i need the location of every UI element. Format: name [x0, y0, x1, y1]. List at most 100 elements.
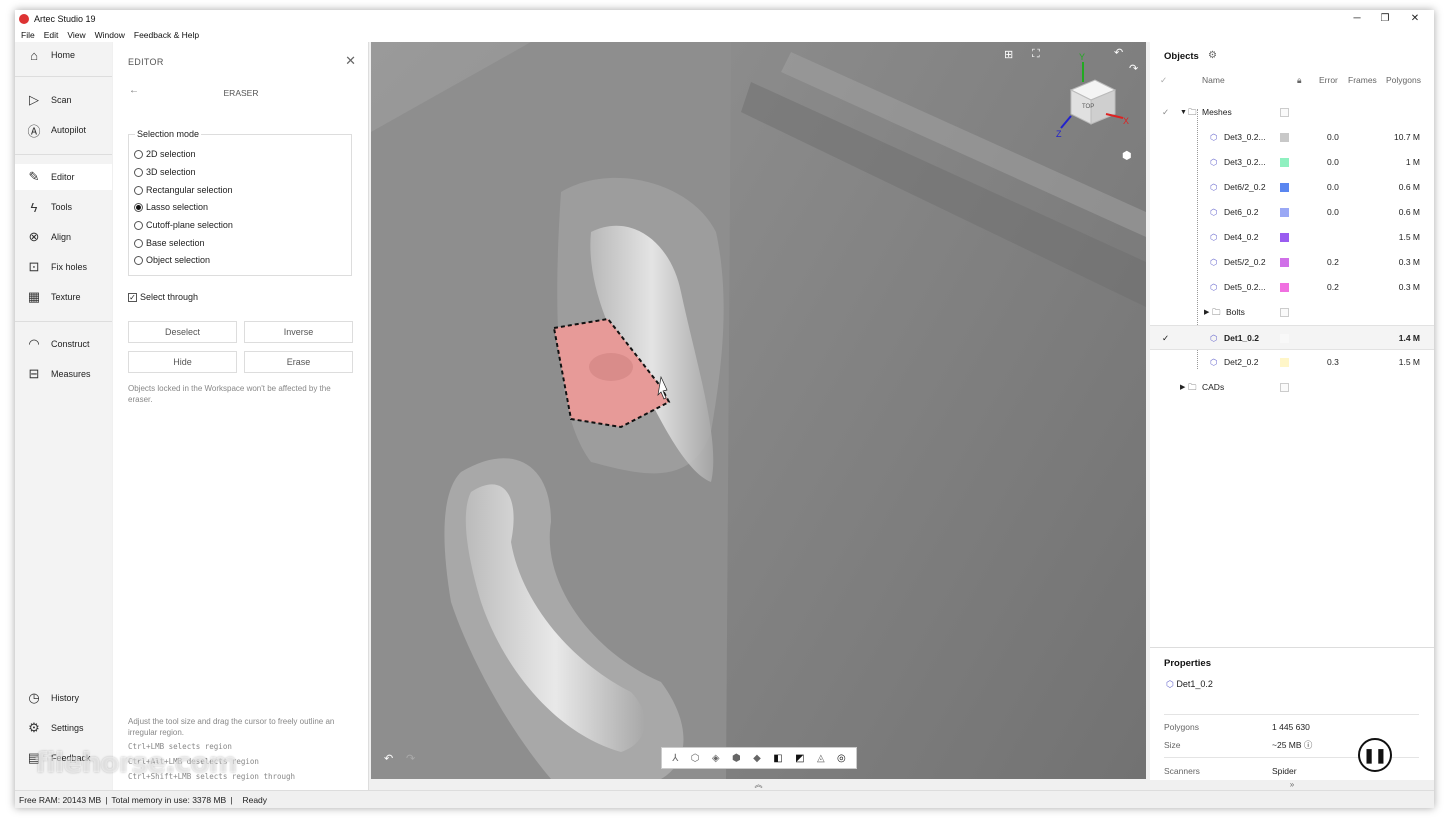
back-arrow-icon[interactable]: ← [129, 85, 139, 96]
nav-texture[interactable]: ▦ Texture [15, 284, 112, 310]
rotate-view-alt-icon[interactable]: ↷ [1129, 62, 1138, 75]
lighting-icon[interactable]: ◎ [837, 753, 846, 764]
xray-icon[interactable]: ◬ [817, 753, 825, 764]
grid-layout-icon[interactable]: ⊞ [1004, 48, 1013, 61]
object-row[interactable]: ⬡ Det4_0.2 1.5 M [1150, 225, 1434, 250]
color-swatch[interactable] [1280, 258, 1289, 267]
nav-label: Home [51, 50, 76, 60]
nav-settings[interactable]: ⚙ Settings [15, 715, 112, 741]
gear-icon[interactable]: ⚙ [1208, 50, 1217, 61]
redo-icon[interactable]: ↷ [406, 752, 415, 765]
nav-history[interactable]: ◷ History [15, 685, 112, 711]
lock-toggle[interactable] [1280, 308, 1289, 317]
hide-button[interactable]: Hide [128, 351, 237, 373]
lock-toggle[interactable] [1280, 383, 1289, 392]
erase-button[interactable]: Erase [244, 351, 353, 373]
objects-panel: Objects ⚙ ✓ Name 🔒︎ Error Frames Polygon… [1150, 42, 1434, 647]
object-row[interactable]: ⬡ Det6_0.2 0.0 0.6 M [1150, 200, 1434, 225]
nav-label: Autopilot [51, 125, 87, 135]
axes-icon[interactable]: ⅄ [672, 753, 678, 764]
nav-align[interactable]: ⊗ Align [15, 224, 112, 250]
object-folder-row[interactable]: ✓ ▼ 🗀︎ Meshes [1150, 100, 1434, 125]
color-swatch[interactable] [1280, 208, 1289, 217]
object-row[interactable]: ⬡ Det5/2_0.2 0.2 0.3 M [1150, 250, 1434, 275]
pause-button[interactable]: ❚❚ [1358, 738, 1392, 772]
color-swatch[interactable] [1280, 158, 1289, 167]
expand-right-icon[interactable]: ▶ [1180, 375, 1185, 400]
menu-view[interactable]: View [67, 30, 85, 40]
radio-object-selection[interactable]: Object selection [134, 255, 210, 265]
mesh-icon: ⬡ [1210, 157, 1218, 167]
radio-rectangular-selection[interactable]: Rectangular selection [134, 185, 233, 195]
radio-2d-selection[interactable]: 2D selection [134, 149, 196, 159]
radio-3d-selection[interactable]: 3D selection [134, 167, 196, 177]
nav-editor[interactable]: ✎ Editor [15, 164, 112, 190]
property-value: ~25 MB ⓘ [1272, 736, 1312, 754]
object-row[interactable]: ✓ ⬡ Det1_0.2 1.4 M [1150, 325, 1434, 350]
minimize-button[interactable]: ─ [1342, 10, 1372, 28]
color-mode-icon[interactable]: ◩ [795, 753, 804, 764]
nav-scan[interactable]: ▷ Scan [15, 87, 112, 113]
close-icon[interactable]: ✕ [345, 53, 356, 69]
object-row[interactable]: ⬡ Det3_0.2... 0.0 10.7 M [1150, 125, 1434, 150]
color-swatch[interactable] [1280, 233, 1289, 242]
close-window-button[interactable]: ✕ [1400, 10, 1430, 28]
undo-icon[interactable]: ↶ [384, 752, 393, 765]
nav-construct[interactable]: ◠ Construct [15, 331, 112, 357]
object-row[interactable]: ⬡ Det3_0.2... 0.0 1 M [1150, 150, 1434, 175]
nav-fix-holes[interactable]: ⊡ Fix holes [15, 254, 112, 280]
divider [1164, 714, 1419, 715]
3d-viewport[interactable]: TOP Y X Z ⊞ ⛶ ↶ ↷ ⬢ ↶ ↷ ⅄ ⬡ ◈ ⬢ ◆ ◧ ◩ ◬ … [371, 42, 1146, 779]
radio-cutoff-plane-selection[interactable]: Cutoff-plane selection [134, 220, 233, 230]
expand-right-icon[interactable]: » [1150, 780, 1434, 790]
color-swatch[interactable] [1280, 283, 1289, 292]
radio-circle [134, 255, 143, 265]
inverse-button[interactable]: Inverse [244, 321, 353, 343]
object-polygons: 1.5 M [1398, 232, 1420, 242]
expand-down-icon[interactable]: ▼ [1180, 100, 1187, 125]
visibility-check-icon[interactable]: ✓ [1162, 100, 1169, 125]
object-folder-row[interactable]: ▶ 🗀︎ CADs [1150, 375, 1434, 400]
object-folder-row[interactable]: ▶ 🗀︎ Bolts [1150, 300, 1434, 325]
texture-mode-icon[interactable]: ◧ [773, 753, 782, 764]
visibility-check-icon[interactable]: ✓ [1162, 326, 1169, 351]
object-row[interactable]: ⬡ Det2_0.2 0.3 1.5 M [1150, 350, 1434, 375]
radio-label: Base selection [146, 238, 205, 248]
name-column-header[interactable]: Name [1202, 75, 1225, 85]
mesh-icon[interactable]: ⬡ [691, 753, 700, 764]
select-through-checkbox[interactable]: ✓ Select through [128, 292, 198, 302]
wireframe-icon[interactable]: ◈ [712, 753, 720, 764]
flat-shading-icon[interactable]: ◆ [753, 753, 761, 764]
menu-edit[interactable]: Edit [44, 30, 59, 40]
error-column-header[interactable]: Error [1319, 75, 1338, 85]
expand-bottom-icon[interactable]: ︽ [371, 779, 1146, 790]
render-mode-icon[interactable]: ⬢ [1122, 149, 1132, 162]
color-swatch[interactable] [1280, 358, 1289, 367]
nav-autopilot[interactable]: Ⓐ Autopilot [15, 117, 112, 143]
info-icon[interactable]: ⓘ [1304, 740, 1313, 750]
object-row[interactable]: ⬡ Det5_0.2... 0.2 0.3 M [1150, 275, 1434, 300]
lock-toggle[interactable] [1280, 108, 1289, 117]
polygons-column-header[interactable]: Polygons [1386, 75, 1421, 85]
solid-icon[interactable]: ⬢ [732, 753, 741, 764]
color-swatch[interactable] [1280, 334, 1289, 343]
nav-home[interactable]: ⌂ Home [15, 42, 112, 68]
frames-column-header[interactable]: Frames [1348, 75, 1377, 85]
object-name: Meshes [1202, 107, 1232, 117]
radio-base-selection[interactable]: Base selection [134, 238, 205, 248]
restore-button[interactable]: ❐ [1370, 10, 1400, 28]
nav-measures[interactable]: ⊟ Measures [15, 361, 112, 387]
deselect-button[interactable]: Deselect [128, 321, 237, 343]
menu-window[interactable]: Window [95, 30, 125, 40]
fit-view-icon[interactable]: ⛶ [1032, 48, 1040, 61]
rotate-view-icon[interactable]: ↶ [1114, 46, 1123, 59]
object-row[interactable]: ⬡ Det6/2_0.2 0.0 0.6 M [1150, 175, 1434, 200]
history-icon: ◷ [28, 690, 40, 705]
menu-file[interactable]: File [21, 30, 35, 40]
color-swatch[interactable] [1280, 183, 1289, 192]
expand-right-icon[interactable]: ▶ [1204, 300, 1209, 325]
radio-lasso-selection[interactable]: Lasso selection [134, 202, 208, 212]
menu-feedback-help[interactable]: Feedback & Help [134, 30, 199, 40]
nav-tools[interactable]: ϟ Tools [15, 194, 112, 220]
color-swatch[interactable] [1280, 133, 1289, 142]
